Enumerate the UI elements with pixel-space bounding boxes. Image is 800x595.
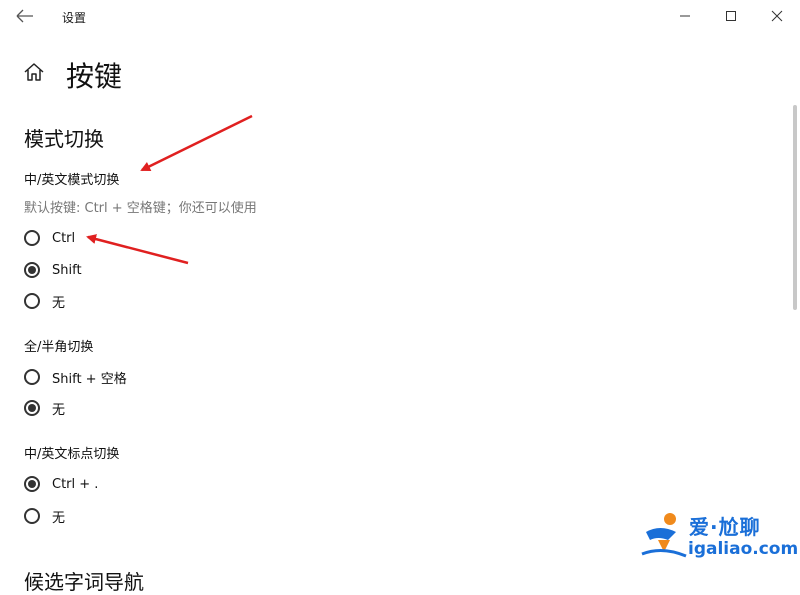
watermark-text: 爱·尬聊 bbox=[689, 515, 761, 539]
watermark-logo-icon bbox=[641, 513, 687, 558]
annotation-arrows bbox=[86, 114, 253, 265]
watermark-url: igaliao.com bbox=[688, 539, 799, 559]
watermark: 爱·尬聊 igaliao.com bbox=[640, 508, 800, 568]
arrow-to-mode-label bbox=[140, 114, 253, 172]
arrow-to-ctrl-option bbox=[86, 234, 189, 265]
